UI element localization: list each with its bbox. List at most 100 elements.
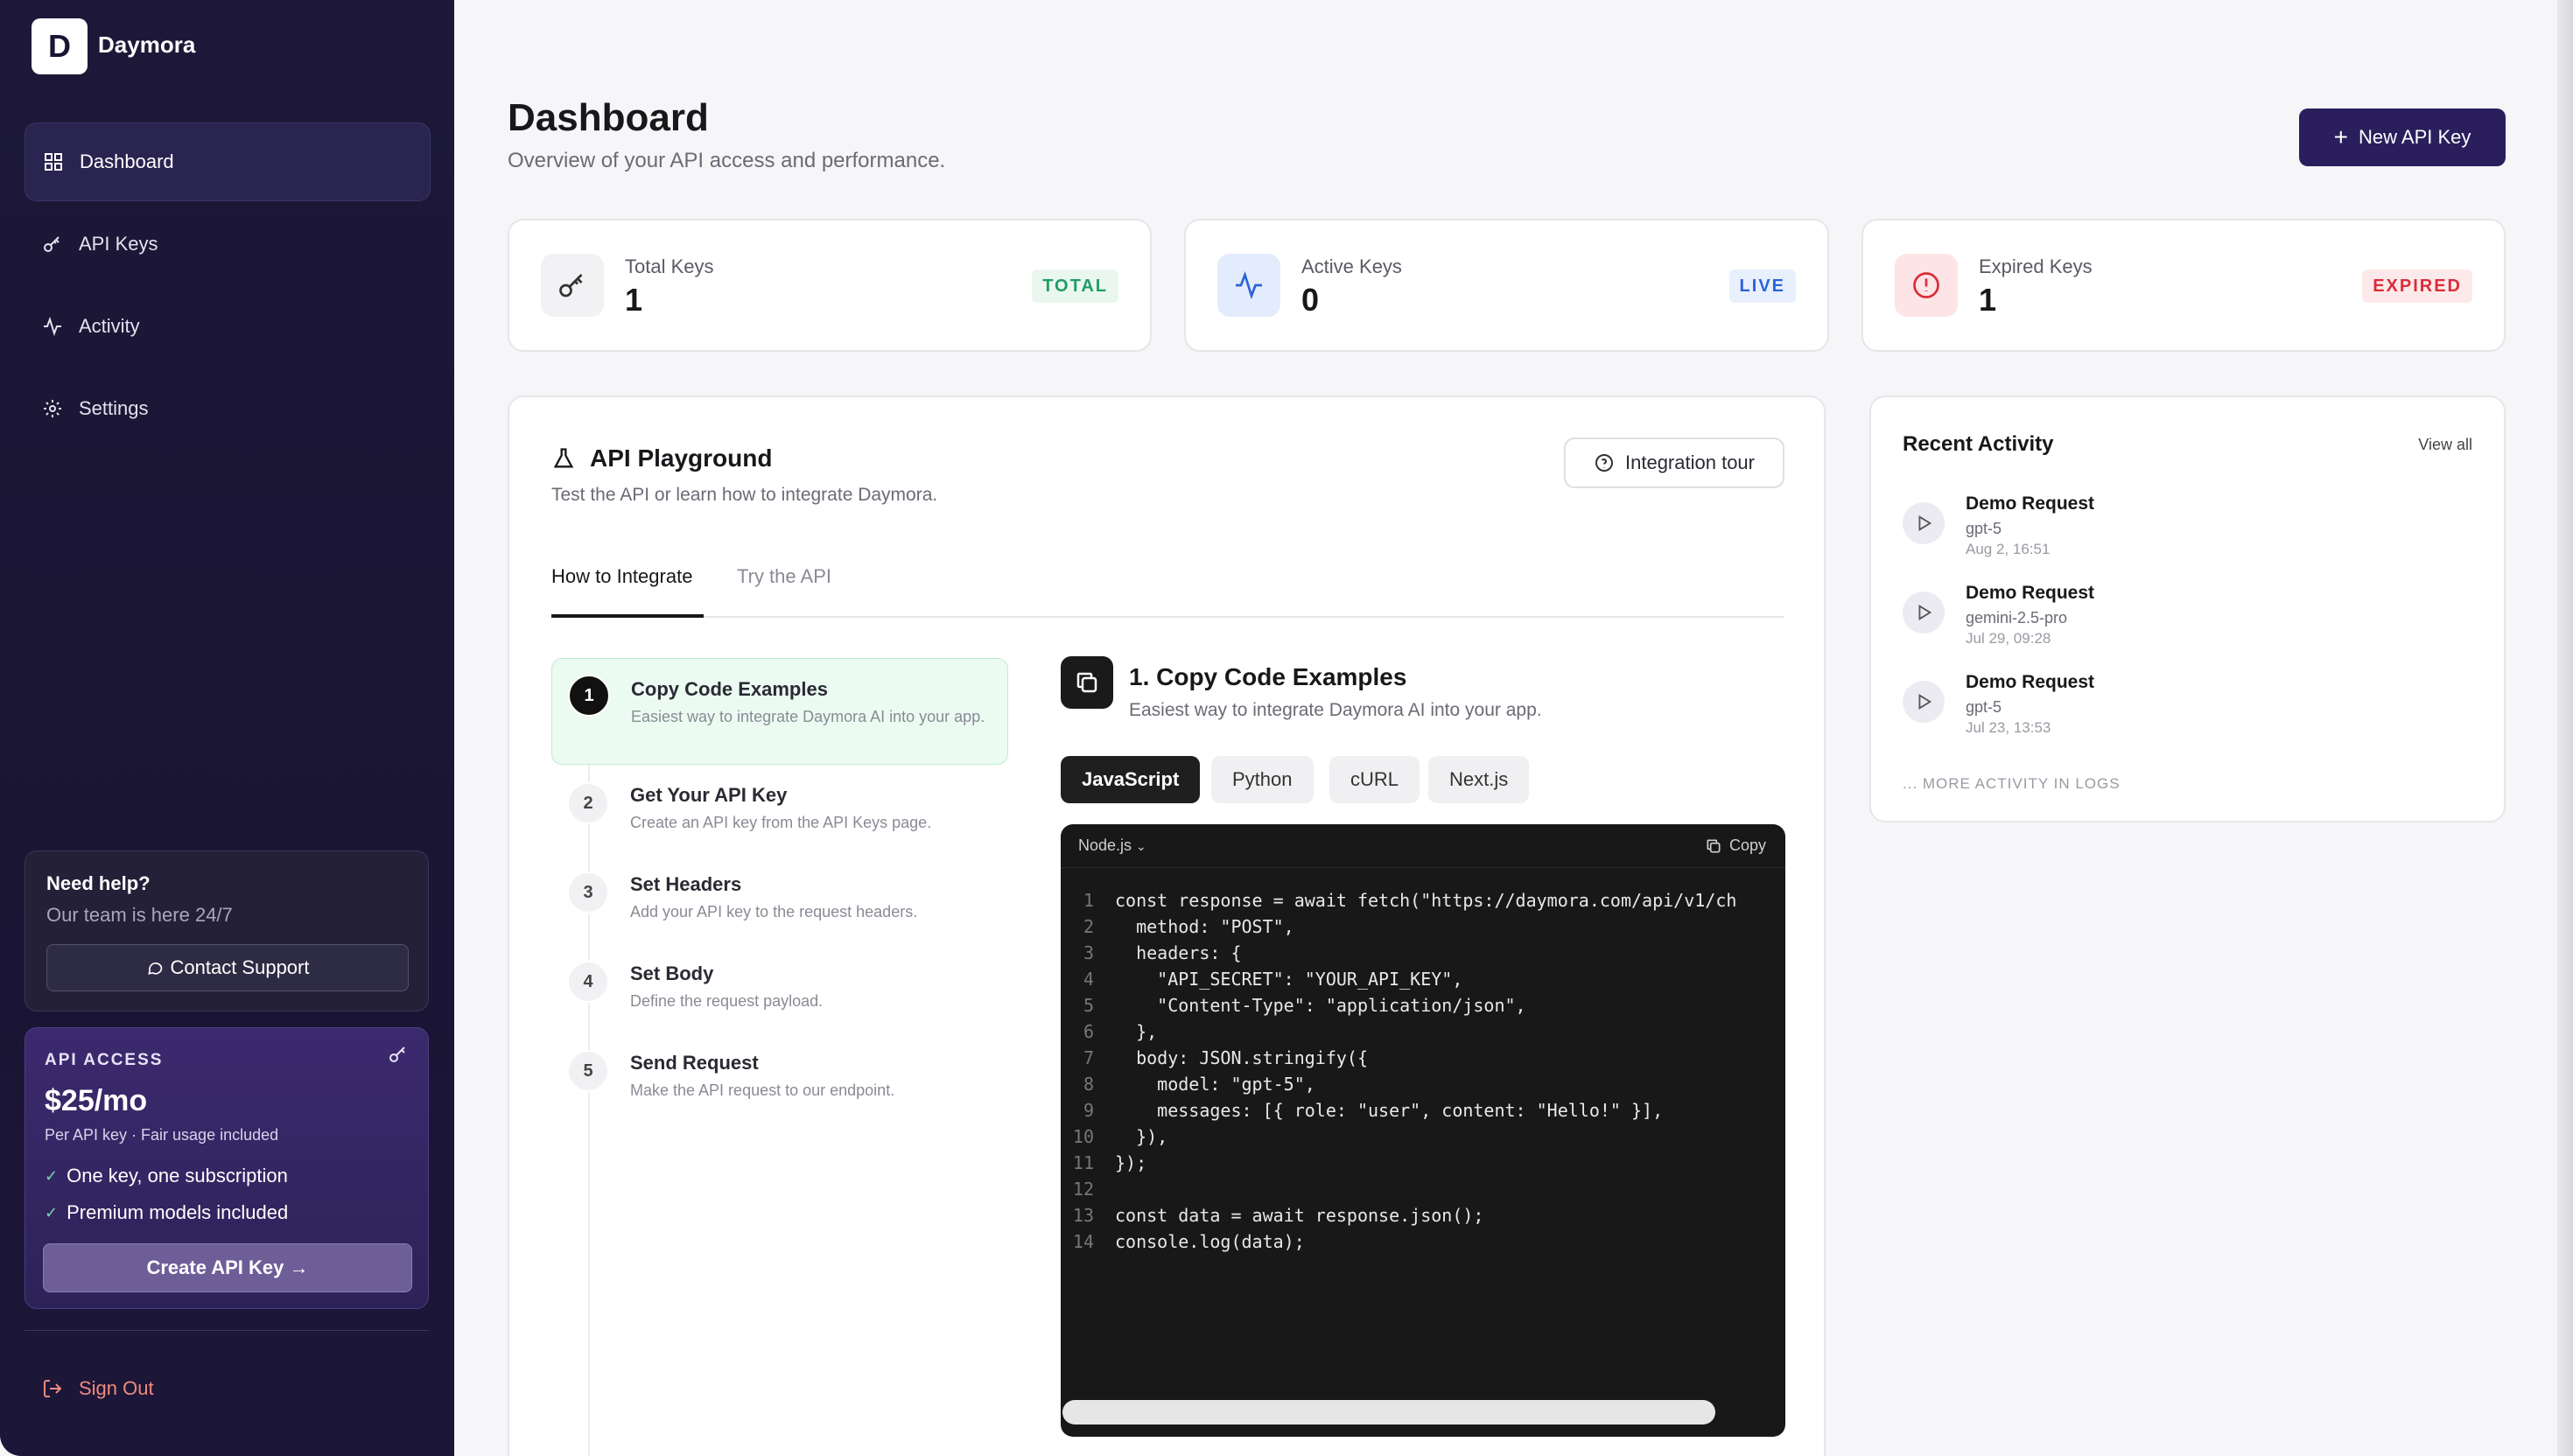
code-text: "API_SECRET": "YOUR_API_KEY", (1115, 969, 1463, 990)
step-item-1[interactable]: 1 Copy Code Examples Easiest way to inte… (551, 658, 1008, 765)
code-line: 1 const response = await fetch("https://d… (1061, 887, 1785, 914)
runtime-select[interactable]: Node.js ⌄ (1078, 836, 1146, 855)
tab-try-the-api[interactable]: Try the API (737, 565, 831, 588)
status-badge: EXPIRED (2362, 270, 2472, 303)
tab-how-to-integrate[interactable]: How to Integrate (551, 565, 692, 588)
gear-icon (44, 400, 61, 417)
code-lines[interactable]: 1 const response = await fetch("https://d… (1061, 887, 1785, 1255)
sidebar-item-settings[interactable]: Settings (25, 369, 431, 448)
step-title: Send Request (630, 1052, 759, 1074)
step-item-2[interactable]: 2 Get Your API Key Create an API key fro… (551, 774, 1008, 858)
feature-item: ✓ One key, one subscription (45, 1165, 288, 1187)
activity-model: gpt-5 (1966, 520, 2002, 537)
activity-time: Aug 2, 16:51 (1966, 541, 2051, 557)
sidebar-item-dashboard[interactable]: Dashboard (25, 122, 431, 201)
api-access-subtitle: Per API key · Fair usage included (45, 1126, 279, 1144)
code-line: 3 headers: { (1061, 940, 1785, 966)
status-badge: LIVE (1728, 270, 1796, 303)
code-line: 2 method: "POST", (1061, 914, 1785, 940)
copy-icon (1707, 839, 1721, 852)
step-description: Add your API key to the request headers. (630, 903, 918, 920)
code-block: Node.js ⌄ Copy 1 const response = await f… (1061, 824, 1785, 1437)
feature-label: Premium models included (67, 1201, 289, 1223)
code-text: model: "gpt-5", (1115, 1074, 1315, 1095)
play-icon (1903, 592, 1945, 634)
lang-tab-python[interactable]: Python (1211, 756, 1314, 803)
create-api-key-button[interactable]: Create API Key → (43, 1243, 412, 1292)
logo[interactable]: D (32, 18, 88, 74)
play-icon (1903, 681, 1945, 723)
line-number: 11 (1072, 1152, 1094, 1173)
horizontal-scrollbar[interactable] (1062, 1400, 1715, 1424)
stat-label: Active Keys (1301, 256, 1402, 277)
sidebar-item-activity[interactable]: Activity (25, 287, 431, 366)
copy-label: Copy (1728, 836, 1766, 854)
step-title: Set Body (630, 962, 714, 984)
feature-item: ✓ Premium models included (45, 1201, 288, 1224)
code-line: 13 const data = await response.json(); (1061, 1202, 1785, 1228)
contact-support-button[interactable]: Contact Support (46, 944, 409, 991)
window-edge (2557, 0, 2573, 1456)
step-item-3[interactable]: 3 Set Headers Add your API key to the re… (551, 863, 1008, 947)
more-activity-link[interactable]: ... MORE ACTIVITY IN LOGS (1903, 775, 2121, 793)
recent-activity-title: Recent Activity (1903, 432, 2054, 456)
flask-icon (553, 448, 574, 468)
playground-title-text: API Playground (590, 444, 773, 472)
copy-code-button[interactable]: Copy (1705, 836, 1766, 855)
sidebar: D Daymora Dashboard API Keys Activity Se… (0, 0, 454, 1456)
stat-value: 0 (1301, 282, 1320, 318)
code-line: 6 }, (1061, 1018, 1785, 1045)
help-title: Need help? (46, 872, 151, 894)
stat-card-expired-keys: Expired Keys 1 EXPIRED (1861, 219, 2506, 352)
status-badge: TOTAL (1032, 270, 1118, 303)
check-icon: ✓ (45, 1166, 59, 1185)
api-access-label: API ACCESS (45, 1051, 164, 1069)
playground-title: API Playground (551, 444, 772, 472)
tab-active-indicator (551, 614, 704, 618)
code-line: 7 body: JSON.stringify({ (1061, 1045, 1785, 1071)
copy-icon (1061, 656, 1113, 709)
stat-label: Total Keys (625, 256, 714, 277)
lang-tab-curl[interactable]: cURL (1329, 756, 1420, 803)
view-all-link[interactable]: View all (2418, 436, 2472, 454)
page-title: Dashboard (508, 96, 709, 139)
step-description: Define the request payload. (630, 992, 824, 1010)
stat-label: Expired Keys (1979, 256, 2093, 277)
sign-out-label: Sign Out (79, 1377, 154, 1399)
sidebar-item-label: Activity (79, 315, 140, 337)
step-number: 5 (567, 1050, 609, 1092)
lang-tab-javascript[interactable]: JavaScript (1061, 756, 1201, 803)
activity-name: Demo Request (1966, 583, 2095, 603)
sidebar-divider (25, 1330, 429, 1331)
integration-tour-button[interactable]: Integration tour (1564, 438, 1784, 488)
step-item-5[interactable]: 5 Send Request Make the API request to o… (551, 1041, 1008, 1125)
stat-value: 1 (1979, 282, 1997, 318)
code-header: Node.js ⌄ Copy (1061, 824, 1785, 868)
activity-time: Jul 23, 13:53 (1966, 719, 2051, 736)
key-icon (389, 1046, 405, 1062)
help-circle-icon (1595, 454, 1613, 472)
activity-icon (44, 316, 61, 337)
sign-out-button[interactable]: Sign Out (42, 1377, 154, 1400)
integration-tour-label: Integration tour (1625, 452, 1755, 473)
stat-value: 1 (625, 282, 643, 318)
step-item-4[interactable]: 4 Set Body Define the request payload. (551, 952, 1008, 1036)
sidebar-item-label: API Keys (79, 233, 158, 255)
code-text: const response = await fetch("https://da… (1115, 890, 1737, 911)
lang-tab-nextjs[interactable]: Next.js (1428, 756, 1530, 803)
step-number: 2 (567, 782, 609, 824)
sidebar-item-api-keys[interactable]: API Keys (25, 205, 431, 284)
new-api-key-button[interactable]: + New API Key (2299, 108, 2506, 166)
code-line: 8 model: "gpt-5", (1061, 1071, 1785, 1097)
code-text: console.log(data); (1115, 1231, 1305, 1252)
key-icon (44, 236, 60, 252)
playground-subtitle: Test the API or learn how to integrate D… (551, 485, 938, 505)
step-number: 4 (567, 961, 609, 1003)
code-text: body: JSON.stringify({ (1115, 1047, 1368, 1068)
line-number: 7 (1083, 1047, 1094, 1068)
activity-model: gemini-2.5-pro (1966, 609, 2068, 626)
help-card: Need help? Our team is here 24/7 Contact… (25, 850, 429, 1012)
line-number: 4 (1083, 969, 1094, 990)
key-icon (541, 254, 604, 317)
code-text: }, (1115, 1021, 1158, 1042)
